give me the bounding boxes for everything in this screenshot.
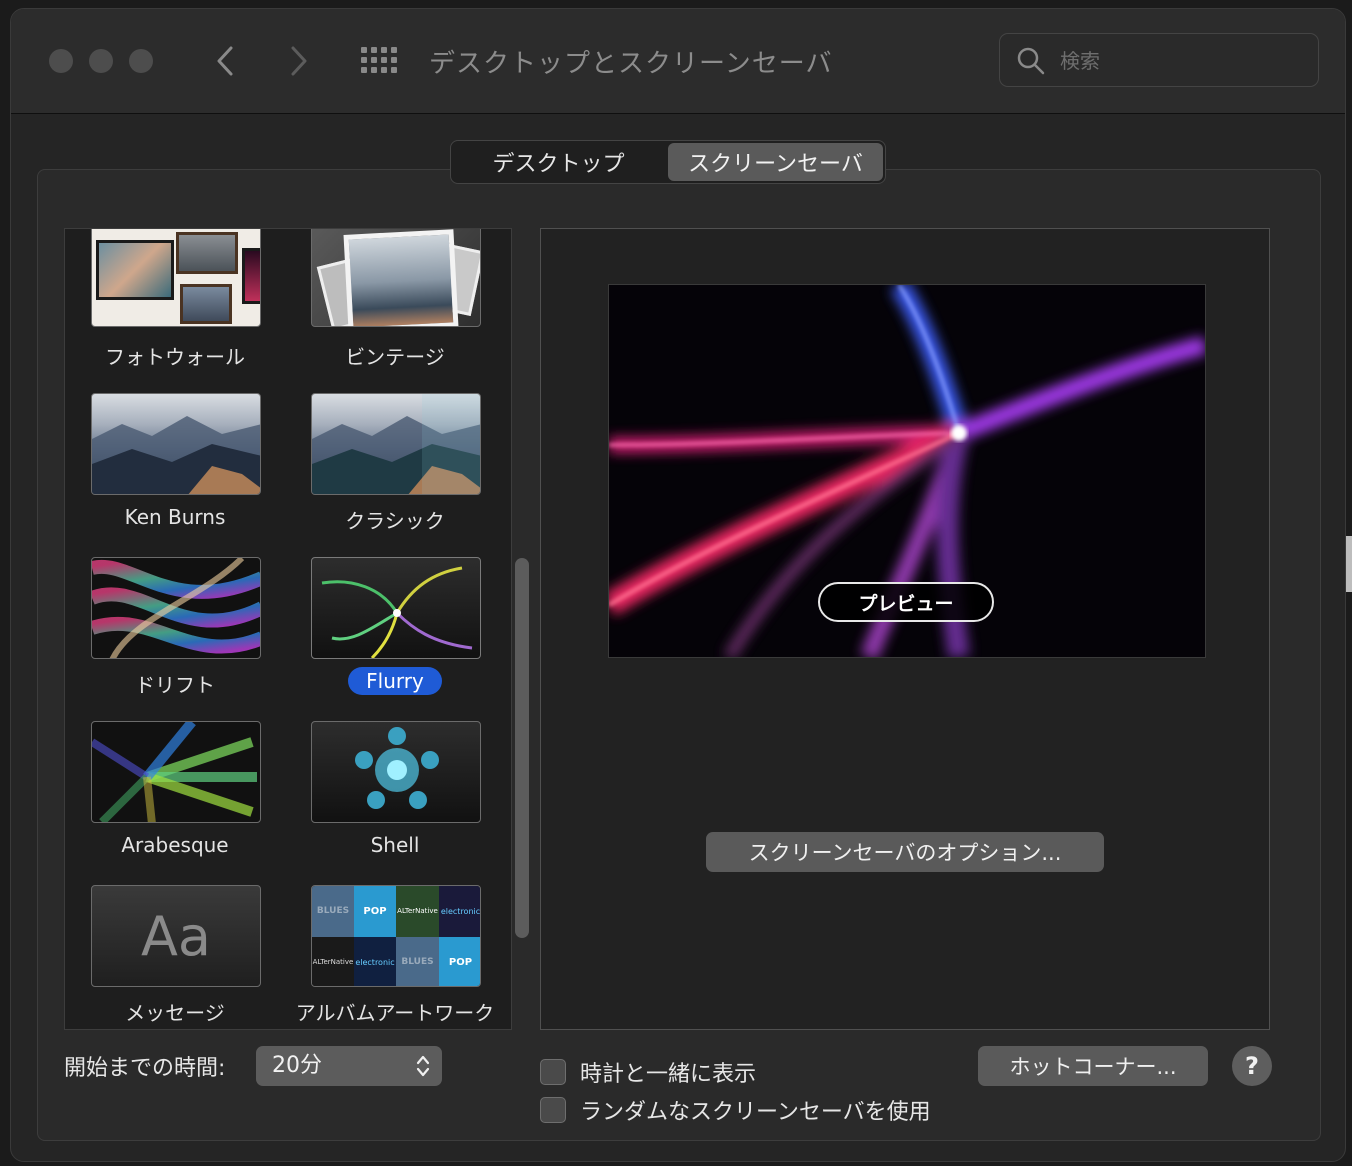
show-clock-label: 時計と一緒に表示 — [580, 1062, 757, 1087]
saver-item-vintage[interactable]: ビンテージ — [295, 229, 495, 389]
album-tile: ALTerNative — [312, 937, 354, 986]
saver-item-photowall[interactable]: フォトウォール — [75, 229, 275, 389]
search-input[interactable] — [1058, 44, 1302, 78]
saver-label: Flurry — [295, 667, 495, 695]
saver-thumbnail: BLUES POP ALTerNative electronic ALTerNa… — [311, 885, 481, 987]
saver-item-arabesque[interactable]: Arabesque — [75, 721, 275, 881]
chevron-right-icon — [291, 46, 307, 76]
zoom-window-button[interactable] — [129, 49, 153, 73]
saver-thumbnail: Aa — [91, 885, 261, 987]
saver-label: Ken Burns — [124, 505, 226, 529]
saver-label: Shell — [370, 833, 420, 857]
start-after-select[interactable]: 20分 — [256, 1046, 442, 1086]
forward-button[interactable] — [279, 41, 319, 81]
window-title: デスクトップとスクリーンセーバ — [429, 49, 833, 79]
tab-desktop[interactable]: デスクトップ — [451, 141, 666, 183]
selected-label: Flurry — [348, 667, 442, 695]
show-clock-checkbox[interactable] — [540, 1059, 566, 1085]
saver-thumbnail — [91, 557, 261, 659]
saver-thumbnail — [91, 229, 261, 327]
saver-label: Arabesque — [121, 833, 229, 857]
titlebar: デスクトップとスクリーンセーバ — [11, 9, 1345, 114]
chevron-up-down-icon — [414, 1052, 432, 1094]
saver-item-classic[interactable]: クラシック — [295, 393, 495, 553]
hot-corners-button[interactable]: ホットコーナー... — [978, 1046, 1208, 1086]
saver-thumbnail — [91, 393, 261, 495]
saver-label: フォトウォール — [105, 345, 245, 369]
saver-label: ビンテージ — [345, 345, 445, 369]
saver-thumbnail — [311, 557, 481, 659]
tab-screensaver[interactable]: スクリーンセーバ — [668, 143, 883, 181]
album-tile: POP — [439, 937, 480, 986]
close-window-button[interactable] — [49, 49, 73, 73]
start-after-label: 開始までの時間: — [64, 1056, 226, 1081]
screensaver-options-button[interactable]: スクリーンセーバのオプション... — [706, 832, 1104, 872]
show-all-grid-icon[interactable] — [361, 47, 399, 77]
album-tile: electronic — [439, 886, 480, 937]
back-button[interactable] — [205, 41, 245, 81]
random-saver-label: ランダムなスクリーンセーバを使用 — [580, 1100, 931, 1125]
search-field[interactable] — [999, 33, 1319, 87]
saver-label: クラシック — [345, 509, 445, 533]
album-tile: BLUES — [312, 886, 354, 937]
help-button[interactable]: ? — [1232, 1046, 1272, 1086]
start-after-value: 20分 — [272, 1053, 322, 1078]
album-tile: electronic — [354, 937, 396, 986]
album-tile: POP — [354, 886, 396, 937]
saver-item-shell[interactable]: Shell — [295, 721, 495, 881]
saver-label: ドリフト — [135, 673, 215, 697]
saver-thumbnail — [311, 393, 481, 495]
album-tile: BLUES — [396, 937, 439, 986]
saver-item-message[interactable]: Aa メッセージ — [75, 885, 275, 1029]
saver-label: メッセージ — [125, 1001, 225, 1025]
search-icon — [1016, 46, 1046, 80]
list-scrollbar[interactable] — [515, 558, 529, 938]
saver-thumbnail — [311, 721, 481, 823]
message-thumb-text: Aa — [140, 904, 212, 968]
saver-item-flurry[interactable]: Flurry — [295, 557, 495, 717]
saver-item-drift[interactable]: ドリフト — [75, 557, 275, 717]
saver-label: アルバムアートワーク — [295, 1001, 495, 1025]
minimize-window-button[interactable] — [89, 49, 113, 73]
window-edge-handle — [1346, 536, 1352, 592]
saver-item-album-artwork[interactable]: BLUES POP ALTerNative electronic ALTerNa… — [295, 885, 495, 1029]
saver-thumbnail — [311, 229, 481, 327]
saver-thumbnail — [91, 721, 261, 823]
screensaver-list: フォトウォール ビンテージ Ken Burns クラシック ドリフト Flurr… — [64, 228, 512, 1030]
chevron-left-icon — [217, 46, 233, 76]
tab-bar: デスクトップ スクリーンセーバ — [450, 140, 886, 184]
album-tile: ALTerNative — [396, 886, 439, 937]
preview-button[interactable]: プレビュー — [818, 582, 994, 622]
random-saver-checkbox[interactable] — [540, 1097, 566, 1123]
saver-item-ken-burns[interactable]: Ken Burns — [75, 393, 275, 553]
